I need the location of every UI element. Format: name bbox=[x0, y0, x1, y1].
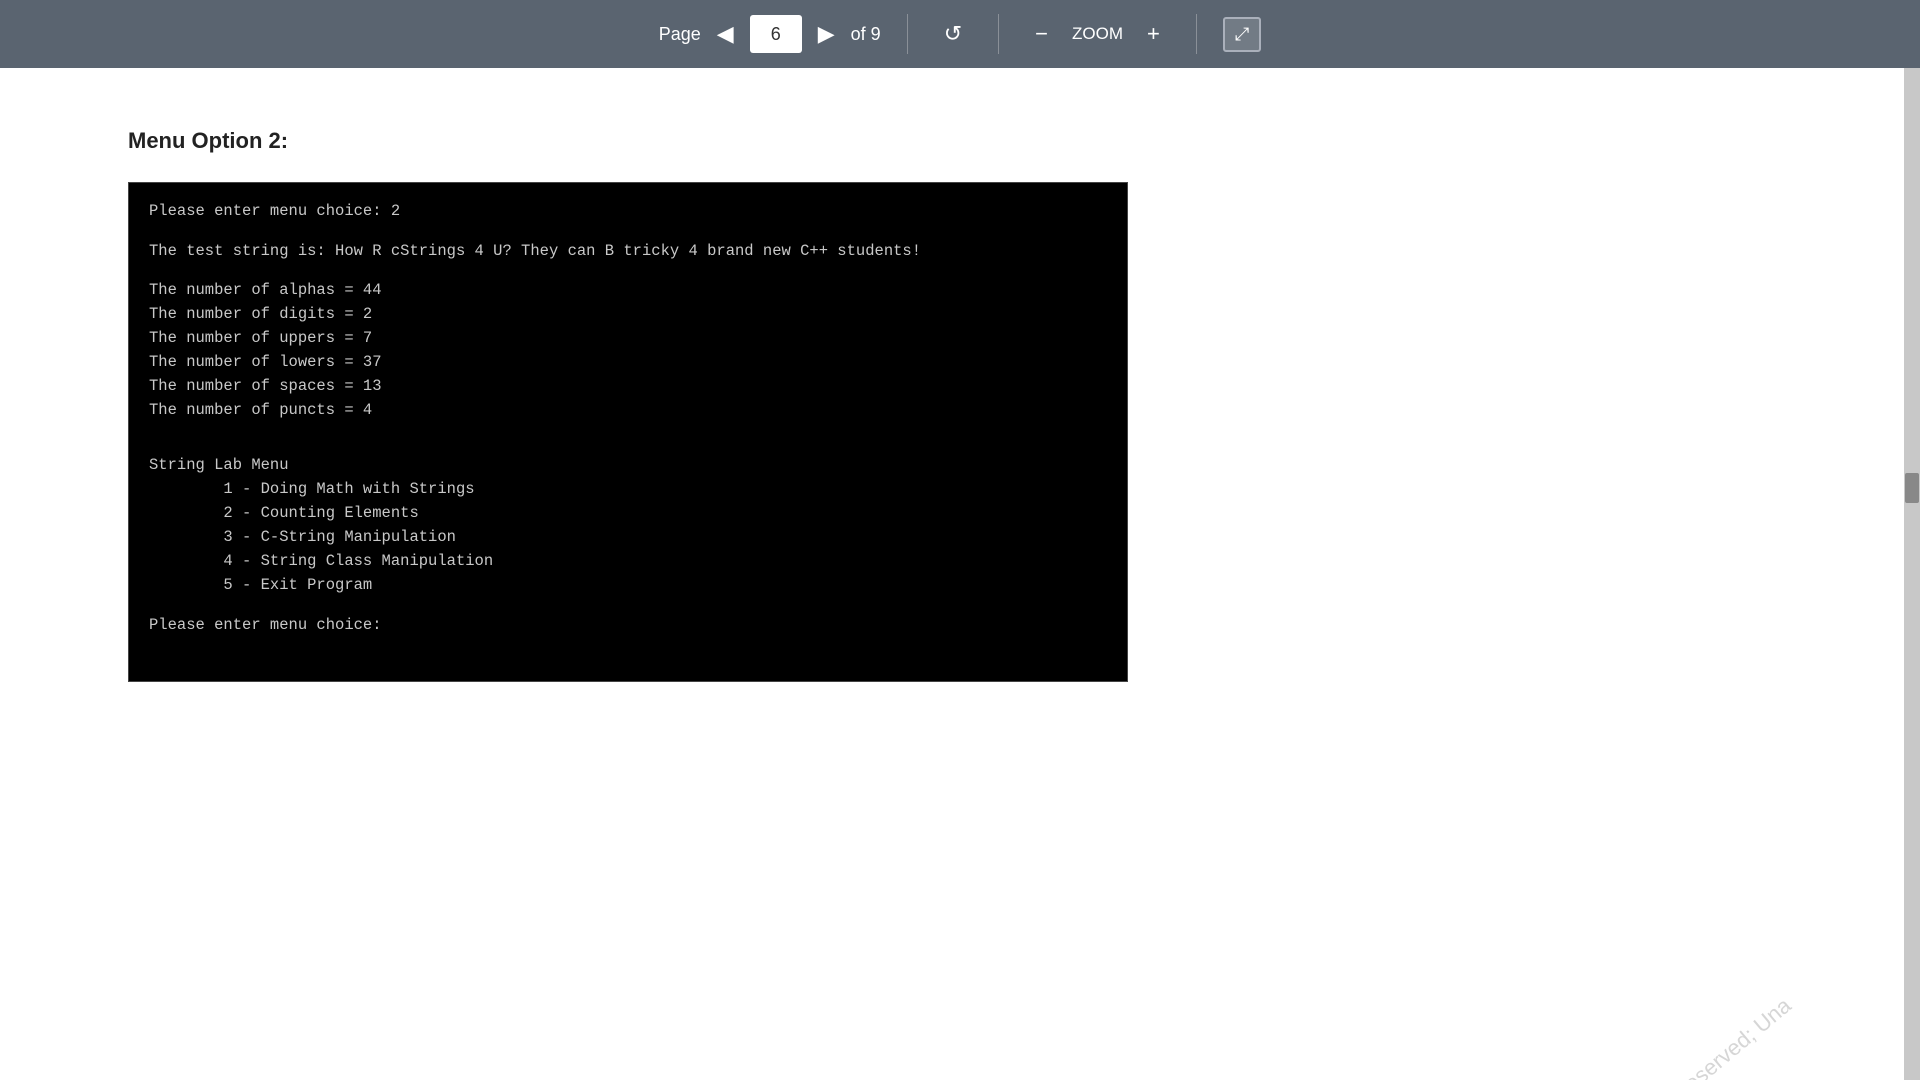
rotate-group: ↺ bbox=[914, 15, 992, 53]
terminal-spacer-18 bbox=[149, 597, 1107, 613]
scrollbar[interactable] bbox=[1904, 68, 1920, 1080]
terminal-line-2: The test string is: How R cStrings 4 U? … bbox=[149, 239, 1107, 263]
terminal-line-9: The number of puncts = 4 bbox=[149, 398, 1107, 422]
expand-button[interactable]: ⤢ bbox=[1223, 17, 1261, 52]
page-label: Page bbox=[659, 24, 701, 45]
main-content: Menu Option 2: Please enter menu choice:… bbox=[0, 68, 1920, 1080]
page-number-input[interactable] bbox=[750, 15, 802, 53]
terminal-spacer-1 bbox=[149, 223, 1107, 239]
terminal-line-12: String Lab Menu bbox=[149, 453, 1107, 477]
zoom-in-button[interactable]: + bbox=[1137, 15, 1170, 53]
terminal-spacer-3 bbox=[149, 263, 1107, 279]
watermark: reserved; Una bbox=[1674, 993, 1797, 1080]
zoom-out-button[interactable]: − bbox=[1025, 15, 1058, 53]
terminal-line-13: 1 - Doing Math with Strings bbox=[149, 477, 1107, 501]
page-area: Menu Option 2: Please enter menu choice:… bbox=[68, 68, 1904, 1080]
rotate-button[interactable]: ↺ bbox=[934, 15, 972, 53]
section-title: Menu Option 2: bbox=[128, 128, 1824, 154]
terminal-line-0: Please enter menu choice: 2 bbox=[149, 199, 1107, 223]
terminal-line-16: 4 - String Class Manipulation bbox=[149, 549, 1107, 573]
expand-group: ⤢ bbox=[1203, 17, 1281, 52]
page-total-label: of 9 bbox=[851, 24, 881, 45]
divider-2 bbox=[998, 14, 999, 54]
terminal-spacer-11 bbox=[149, 438, 1107, 454]
scrollbar-thumb[interactable] bbox=[1905, 473, 1919, 503]
terminal-line-7: The number of lowers = 37 bbox=[149, 350, 1107, 374]
prev-page-button[interactable]: ◀ bbox=[709, 17, 742, 51]
divider-3 bbox=[1196, 14, 1197, 54]
terminal-output: Please enter menu choice: 2 The test str… bbox=[128, 182, 1128, 682]
terminal-spacer-10 bbox=[149, 422, 1107, 438]
zoom-label: ZOOM bbox=[1066, 24, 1129, 44]
terminal-line-17: 5 - Exit Program bbox=[149, 573, 1107, 597]
terminal-line-6: The number of uppers = 7 bbox=[149, 326, 1107, 350]
terminal-line-5: The number of digits = 2 bbox=[149, 302, 1107, 326]
zoom-group: − ZOOM + bbox=[1005, 15, 1190, 53]
left-gutter bbox=[0, 68, 68, 1080]
next-page-button[interactable]: ▶ bbox=[810, 17, 843, 51]
terminal-line-4: The number of alphas = 44 bbox=[149, 278, 1107, 302]
divider-1 bbox=[907, 14, 908, 54]
terminal-line-14: 2 - Counting Elements bbox=[149, 501, 1107, 525]
terminal-line-15: 3 - C-String Manipulation bbox=[149, 525, 1107, 549]
terminal-line-19: Please enter menu choice: bbox=[149, 613, 1107, 637]
page-nav-group: Page ◀ ▶ of 9 bbox=[639, 15, 901, 53]
toolbar: Page ◀ ▶ of 9 ↺ − ZOOM + ⤢ bbox=[0, 0, 1920, 68]
terminal-line-8: The number of spaces = 13 bbox=[149, 374, 1107, 398]
